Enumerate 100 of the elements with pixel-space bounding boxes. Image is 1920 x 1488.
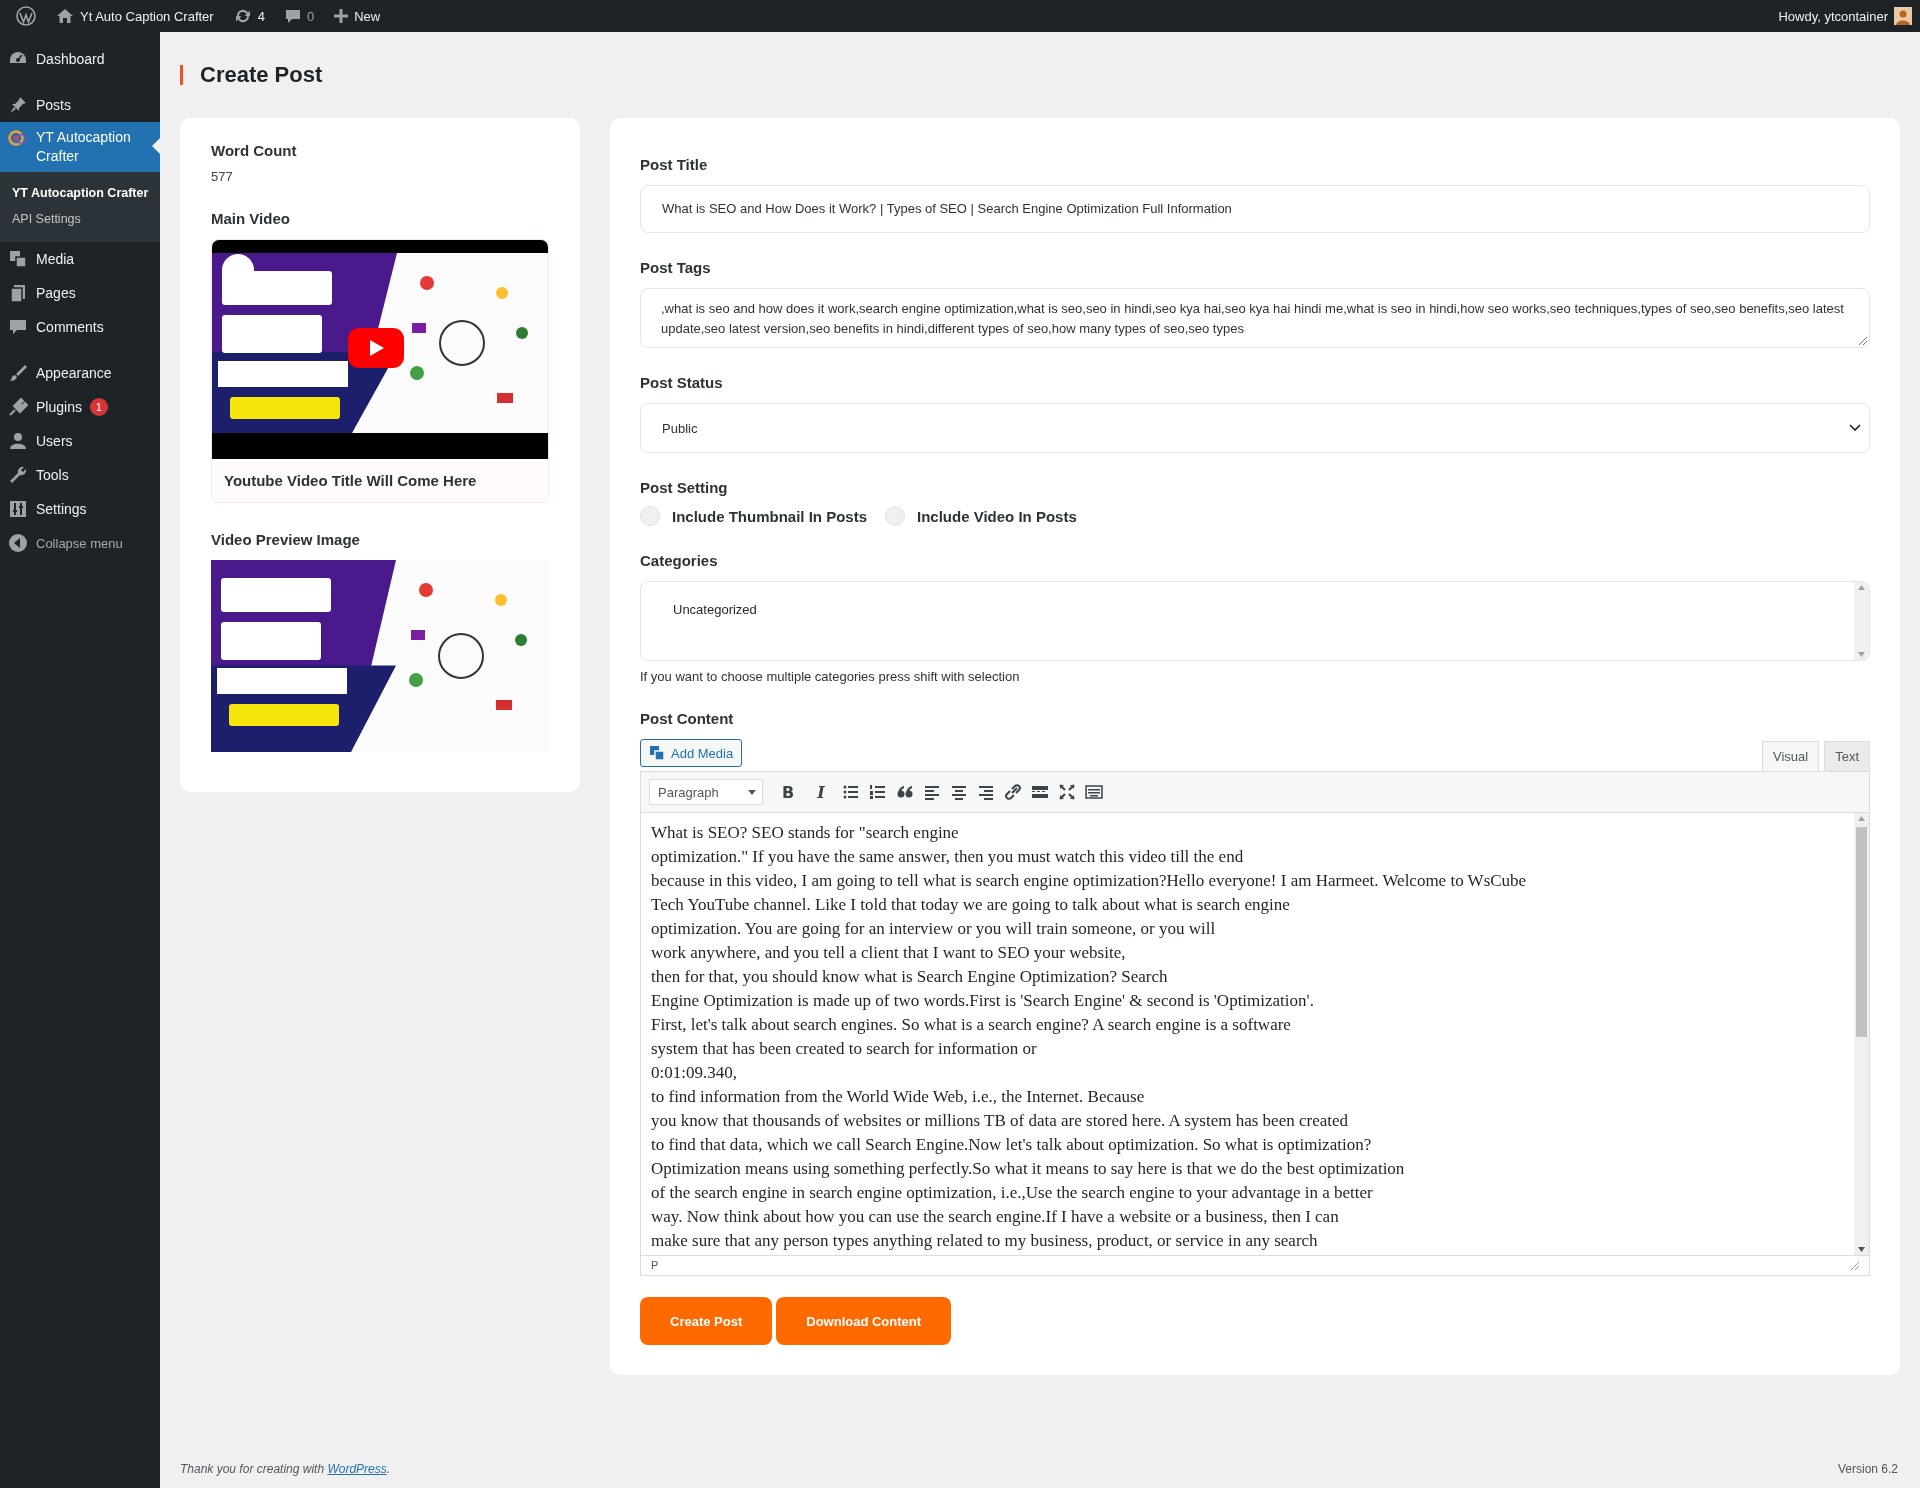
numbered-list-icon[interactable] [869,783,887,801]
content-line: because in this video, I am going to tell what is search engine optimization?Hello everyone! I am Harmeet. Welcome to WsCube [651,870,1528,892]
bullet-list-icon[interactable] [842,783,860,801]
content-line: way. Now think about how you can use the search engine.If I have a website or a business, then I can [651,1206,1340,1228]
menu-item[interactable]: Comments [0,310,160,344]
content-line: system that has been created to search for information or [651,1038,1038,1060]
resize-handle-icon[interactable] [1859,337,1867,345]
menu-item[interactable]: YT Autocaption Crafter [0,122,160,172]
content-line: make sure that any person types anything related to my business, product, or service in any search [651,1230,1319,1252]
scroll-down-icon[interactable] [1858,1247,1865,1252]
pin-icon [8,95,28,115]
keyboard-icon[interactable] [1085,783,1103,801]
menu-item[interactable]: Pages [0,276,160,310]
field-label: Post Status [640,374,724,391]
preview-image-label: Video Preview Image [211,531,361,548]
refresh-icon [233,7,252,25]
page-title: Create Post [200,62,323,88]
field-label: Post Title [640,156,709,173]
add-media-button[interactable]: Add Media [640,739,743,767]
user-icon [8,431,28,451]
content-line: work anywhere, and you tell a client that I want to SEO your website, [651,942,1127,964]
content-line: optimization. You are going for an interview or you will train someone, or you will [651,918,1217,940]
editor-tab[interactable]: Visual [1761,741,1820,771]
content-line: you know that thousands of websites or millions TB of data are stored here. A system has been created [651,1110,1349,1132]
format-select[interactable]: Paragraph [649,779,763,805]
play-icon[interactable] [348,328,404,368]
menu-item[interactable]: Media [0,242,160,276]
menu-item[interactable]: Appearance [0,356,160,390]
bold-button[interactable]: B [776,780,800,804]
status-select[interactable]: Public [640,403,1870,453]
tags-field[interactable]: ,what is seo and how does it work,search engine optimization,what is seo,seo in hindi,seo kya hai,seo kya hai hindi me,what is seo in hindi,how seo works,seo techniques,types of seo,seo benefits,seo latest update,seo latest version,seo benefits in hindi,different types of seo,how many types of seo,seo types [640,288,1870,348]
version-text: Version 6.2 [1837,1462,1898,1476]
site-name-link[interactable]: Yt Auto Caption Crafter [80,8,214,24]
media-icon [8,249,28,269]
plug-icon [8,397,28,417]
avatar-icon[interactable] [1894,7,1912,25]
menu-item[interactable]: Users [0,424,160,458]
comments-icon [8,317,28,337]
main-video-label: Main Video [211,210,291,227]
submenu-item[interactable]: API Settings [0,206,160,232]
radio-label[interactable]: Include Video In Posts [917,507,1077,525]
logo-icon [8,128,28,148]
menu-item[interactable]: Posts [0,88,160,122]
comment-icon [284,8,301,24]
field-label: Categories [640,552,719,569]
link-icon[interactable] [1004,783,1022,801]
accent-bar [180,65,183,85]
comments-count[interactable]: 0 [306,8,315,24]
title-field[interactable]: What is SEO and How Does it Work? | Types of SEO | Search Engine Optimization Full Information [640,185,1870,233]
content-line: Engine Optimization is made up of two words.First is 'Search Engine' & second is 'Optimization'. [651,990,1315,1012]
submenu-item[interactable]: YT Autocaption Crafter [0,180,160,206]
content-line: to find that data, which we call Search Engine.Now let's talk about optimization. So what is optimization? [651,1134,1373,1156]
content-line: of the search engine in search engine optimization, i.e.,Use the search engine to your advantage in a better [651,1182,1374,1204]
updates-count[interactable]: 4 [257,8,265,24]
hint-text: If you want to choose multiple categories press shift with selection [640,669,1021,684]
word-count-label: Word Count [211,142,298,159]
home-icon [56,7,74,25]
content-line: 0:01:09.340, [651,1062,738,1084]
field-label: Post Tags [640,259,712,276]
content-line: optimization." If you have the same answer, then you must watch this video till the end [651,846,1245,868]
footer-text: Thank you for creating with [180,1462,326,1476]
content-line: Optimization means using something perfectly.So what it means to say here is that we do the best optimization [651,1158,1406,1180]
category-option[interactable]: Uncategorized [671,600,759,619]
footer-text: . [386,1462,391,1476]
align-right-icon[interactable] [977,783,995,801]
radio-label[interactable]: Include Thumbnail In Posts [672,507,867,525]
field-label: Post Setting [640,479,729,496]
pages-icon [8,283,28,303]
logo-icon[interactable] [16,6,36,26]
element-path: P [651,1258,659,1273]
menu-item[interactable]: Tools [0,458,160,492]
menu-item[interactable]: Plugins 1 [0,390,160,424]
wordpress-link[interactable]: WordPress [327,1462,387,1476]
collapse-menu-button[interactable]: Collapse menu [36,535,123,551]
fullscreen-icon[interactable] [1058,783,1076,801]
wrench-icon [8,465,28,485]
align-left-icon[interactable] [923,783,941,801]
word-count-value: 577 [211,169,234,184]
content-line: to find information from the World Wide Web, i.e., the Internet. Because [651,1086,1146,1108]
menu-item[interactable]: Settings [0,492,160,526]
editor-tab[interactable]: Text [1824,741,1870,771]
radio-button[interactable] [885,506,905,526]
italic-button[interactable]: I [809,780,833,804]
menu-item[interactable]: Dashboard [0,42,160,76]
chevron-down-icon [1849,424,1861,432]
radio-button[interactable] [640,506,660,526]
caret-icon [748,789,756,795]
collapse-icon[interactable] [8,533,28,553]
sliders-icon [8,499,28,519]
read-more-icon[interactable] [1031,783,1049,801]
content-line: First, let's talk about search engines. So what is a search engine? A search engine is a software [651,1014,1292,1036]
align-center-icon[interactable] [950,783,968,801]
new-link[interactable]: New [354,8,381,24]
field-label: Post Content [640,710,735,727]
plus-icon [334,9,349,23]
scrollbar-thumb[interactable] [1856,827,1867,1037]
greeting-link[interactable]: Howdy, ytcontainer [1778,8,1888,24]
resize-handle-icon[interactable] [1851,1261,1859,1270]
content-line: What is SEO? SEO stands for "search engine [651,822,960,844]
video-title: Youtube Video Title Will Come Here [212,459,548,502]
